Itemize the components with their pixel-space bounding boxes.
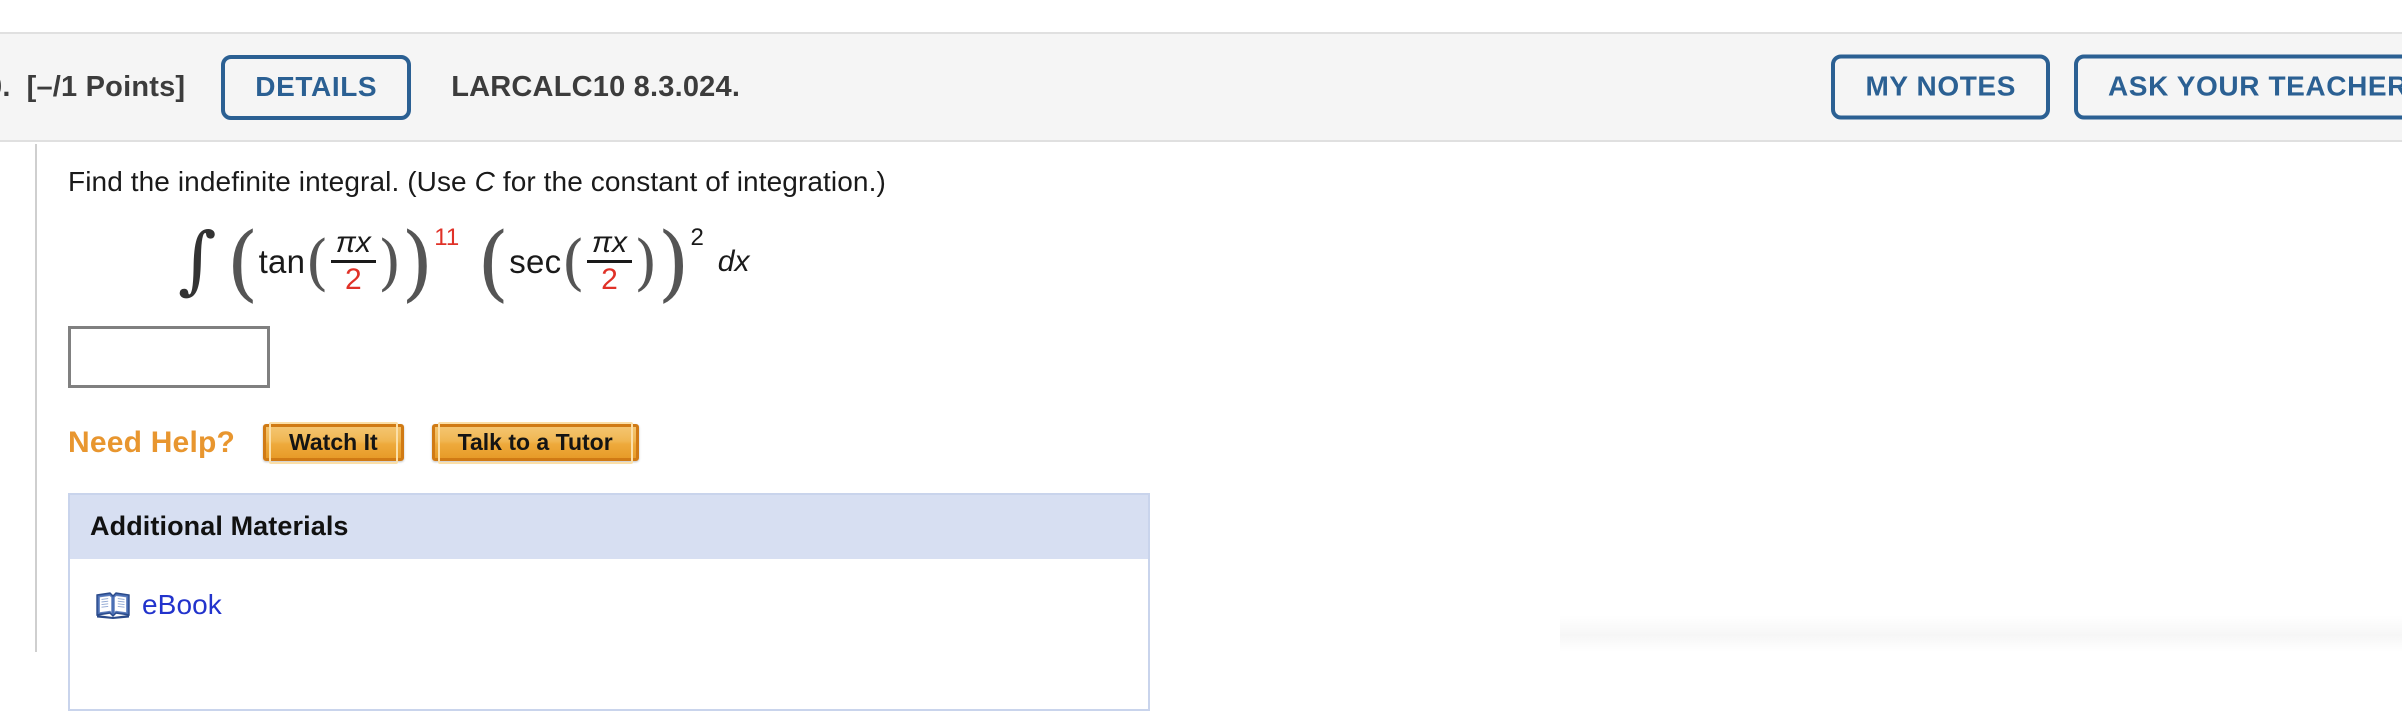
question-content-area: Find the indefinite integral. (Use C for… — [0, 144, 2402, 711]
need-help-row: Need Help? Watch It Talk to a Tutor — [68, 422, 2368, 464]
fraction-1-numerator: πx — [335, 225, 371, 259]
answer-input[interactable] — [68, 326, 270, 388]
tangent-function-label: tan — [258, 243, 306, 280]
exponent-two: 2 — [690, 224, 704, 251]
textbook-reference: LARCALC10 8.3.024. — [451, 70, 741, 103]
integral-expression: ∫ ( tan ( πx 2 ) ) 11 ( sec ( πx 2 )) 2… — [178, 216, 750, 311]
watch-it-button-label: Watch It — [269, 422, 398, 464]
question-body: Find the indefinite integral. (Use C for… — [68, 144, 2368, 711]
details-button[interactable]: DETAILS — [221, 54, 412, 120]
header-left-group: 0. [–/1 Points] DETAILS LARCALC10 8.3.02… — [0, 54, 741, 120]
header-right-group: MY NOTES ASK YOUR TEACHER — [1831, 54, 2402, 120]
watch-it-button[interactable]: Watch It — [263, 422, 404, 464]
prompt-text-part-1: Find the indefinite integral. (Use — [68, 166, 475, 197]
talk-to-a-tutor-button-label: Talk to a Tutor — [437, 422, 633, 464]
fraction-2-denominator: 2 — [601, 262, 618, 296]
content-left-divider — [35, 144, 37, 652]
need-help-label: Need Help? — [68, 425, 236, 459]
prompt-text-part-2: for the constant of integration.) — [494, 166, 886, 197]
my-notes-button[interactable]: MY NOTES — [1831, 54, 2050, 120]
question-points-badge: [–/1 Points] — [26, 70, 186, 103]
book-icon — [96, 591, 130, 619]
secant-function-label: sec — [509, 243, 562, 280]
question-number: 0. — [0, 70, 11, 103]
question-header-bar: 0. [–/1 Points] DETAILS LARCALC10 8.3.02… — [0, 32, 2402, 142]
fraction-2-numerator: πx — [591, 225, 628, 259]
fraction-1-denominator: 2 — [344, 262, 362, 296]
additional-materials-title: Additional Materials — [70, 495, 1148, 559]
ebook-label: eBook — [142, 589, 222, 620]
fraction-2: πx 2 — [586, 225, 633, 296]
differential-dx: dx — [717, 245, 750, 278]
fraction-1: πx 2 — [330, 225, 376, 296]
ask-your-teacher-button[interactable]: ASK YOUR TEACHER — [2073, 54, 2402, 120]
additional-materials-panel: Additional Materials eBook — [68, 493, 1150, 711]
talk-to-a-tutor-button[interactable]: Talk to a Tutor — [431, 422, 639, 464]
ebook-link[interactable]: eBook — [96, 589, 222, 621]
question-prompt: Find the indefinite integral. (Use C for… — [68, 166, 2368, 198]
prompt-constant-variable: C — [474, 166, 495, 197]
integral-sign-icon: ∫ — [178, 217, 217, 303]
exponent-eleven: 11 — [434, 224, 460, 251]
additional-materials-list: eBook — [70, 559, 1148, 709]
